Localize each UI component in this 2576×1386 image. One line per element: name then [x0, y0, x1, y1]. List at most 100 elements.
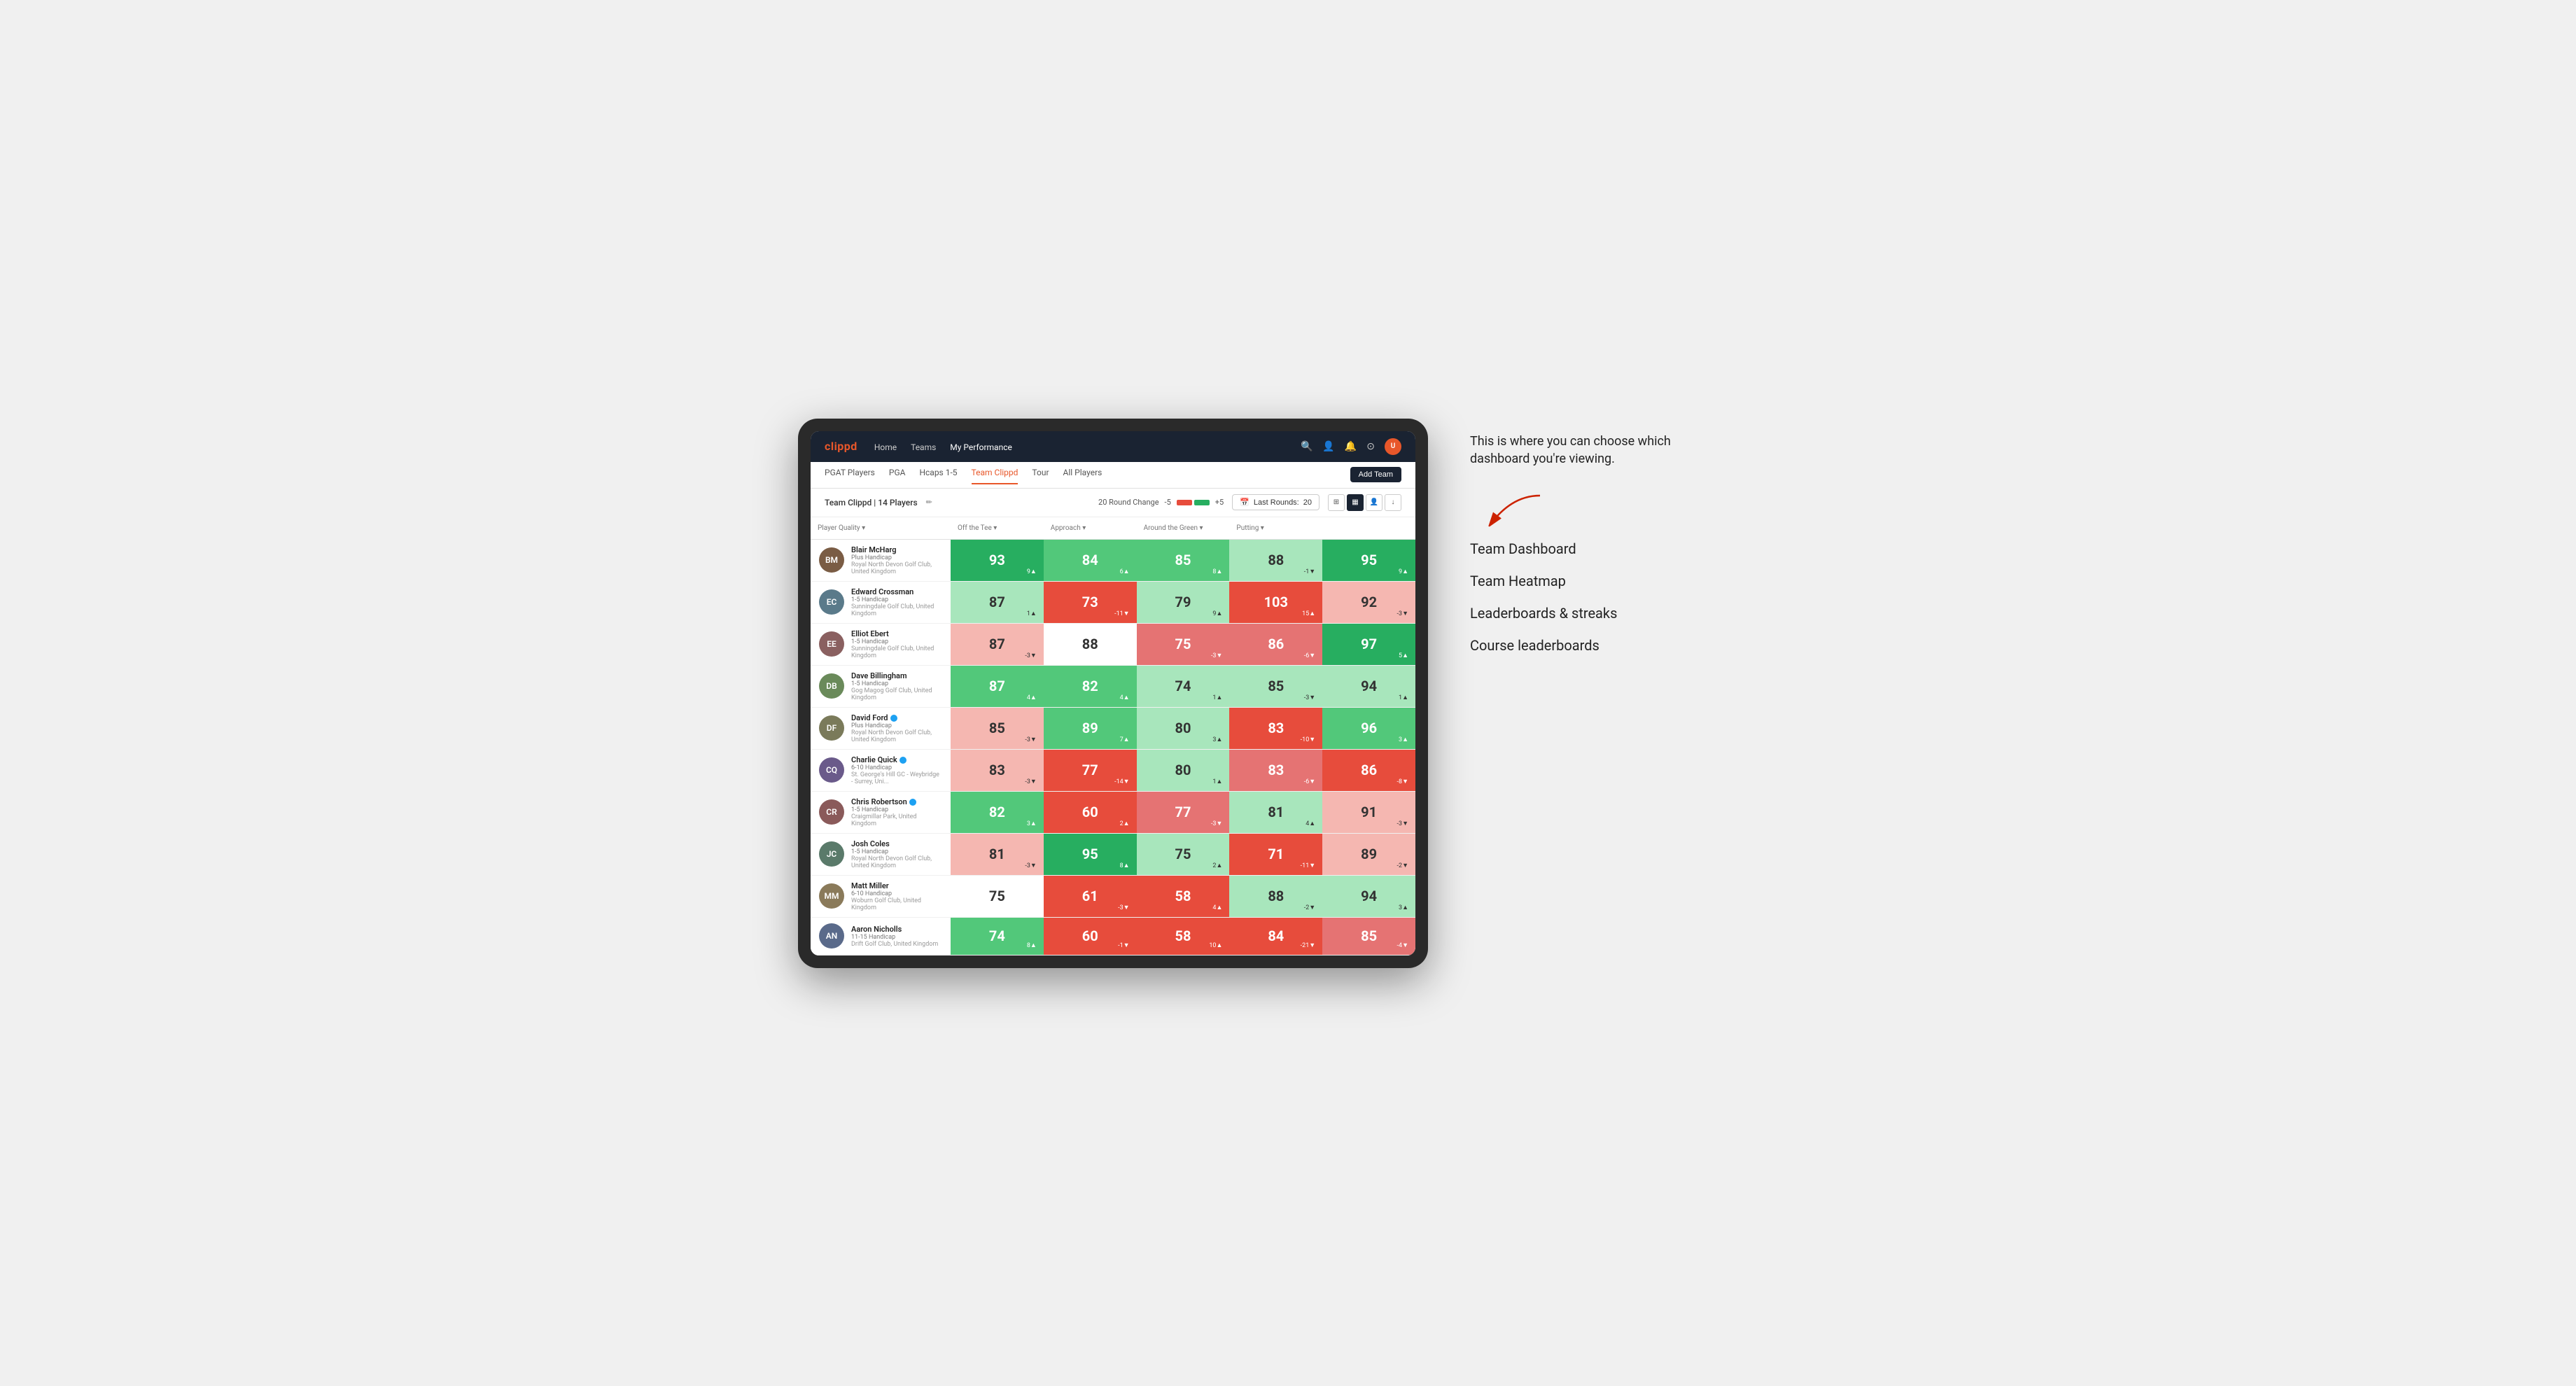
- table-row[interactable]: DFDavid FordPlus HandicapRoyal North Dev…: [811, 708, 1415, 750]
- score-cell: 584▲: [1137, 876, 1230, 917]
- nav-teams[interactable]: Teams: [911, 442, 936, 452]
- player-avatar: JC: [819, 841, 844, 867]
- score-change: 10▲: [1209, 941, 1222, 949]
- player-info: Aaron Nicholls11-15 HandicapDrift Golf C…: [851, 925, 938, 948]
- last-rounds-label: Last Rounds:: [1254, 498, 1299, 507]
- score-change: -3▼: [1025, 862, 1036, 869]
- dashboard-table: Player Quality ▾ Off the Tee ▾ Approach …: [811, 517, 1415, 955]
- table-row[interactable]: CQCharlie Quick6-10 HandicapSt. George's…: [811, 750, 1415, 792]
- bell-icon[interactable]: 🔔: [1345, 441, 1357, 452]
- view-download-button[interactable]: ↓: [1385, 494, 1401, 511]
- player-cell: JCJosh Coles1-5 HandicapRoyal North Devo…: [811, 834, 951, 875]
- col-off-tee[interactable]: Off the Tee ▾: [951, 522, 1044, 535]
- col-around-green[interactable]: Around the Green ▾: [1137, 522, 1230, 535]
- score-value: 61: [1082, 888, 1098, 904]
- sub-nav-all-players[interactable]: All Players: [1063, 468, 1102, 483]
- sub-nav-tour[interactable]: Tour: [1032, 468, 1049, 483]
- score-change: -14▼: [1114, 778, 1130, 785]
- sub-nav-pgat[interactable]: PGAT Players: [825, 468, 875, 483]
- player-name: Edward Crossman: [851, 587, 942, 596]
- score-cell: 83-10▼: [1229, 708, 1322, 749]
- nav-home[interactable]: Home: [874, 442, 897, 452]
- score-cell: 858▲: [1137, 540, 1230, 581]
- player-avatar: DB: [819, 673, 844, 699]
- add-team-button[interactable]: Add Team: [1350, 467, 1401, 482]
- col-approach[interactable]: Approach ▾: [1044, 522, 1137, 535]
- score-change: -3▼: [1211, 652, 1222, 659]
- bar-green: [1194, 500, 1210, 505]
- player-avatar: BM: [819, 547, 844, 573]
- score-change: 3▲: [1399, 736, 1408, 743]
- col-putting[interactable]: Putting ▾: [1229, 522, 1322, 535]
- table-body: BMBlair McHargPlus HandicapRoyal North D…: [811, 540, 1415, 955]
- score-value: 97: [1361, 636, 1377, 652]
- score-value: 58: [1175, 927, 1191, 944]
- player-name: Josh Coles: [851, 839, 942, 848]
- score-change: -2▼: [1397, 862, 1408, 869]
- player-cell: ECEdward Crossman1-5 HandicapSunningdale…: [811, 582, 951, 623]
- settings-icon[interactable]: ⊙: [1366, 441, 1375, 452]
- table-row[interactable]: ANAaron Nicholls11-15 HandicapDrift Golf…: [811, 918, 1415, 955]
- score-value: 85: [1361, 927, 1377, 944]
- sub-nav-pga[interactable]: PGA: [889, 468, 906, 483]
- last-rounds-button[interactable]: 📅 Last Rounds: 20: [1232, 494, 1320, 510]
- table-row[interactable]: CRChris Robertson1-5 HandicapCraigmillar…: [811, 792, 1415, 834]
- person-icon[interactable]: 👤: [1322, 441, 1334, 452]
- player-info: Elliot Ebert1-5 HandicapSunningdale Golf…: [851, 629, 942, 659]
- score-cell: 871▲: [951, 582, 1044, 623]
- round-change-label: 20 Round Change: [1098, 498, 1159, 507]
- player-handicap: 6-10 Handicap: [851, 890, 942, 897]
- table-row[interactable]: EEElliot Ebert1-5 HandicapSunningdale Go…: [811, 624, 1415, 666]
- nav-my-performance[interactable]: My Performance: [950, 442, 1012, 452]
- score-cell: 58 10▲: [1137, 918, 1230, 955]
- player-handicap: 6-10 Handicap: [851, 764, 942, 771]
- score-cell: 801▲: [1137, 750, 1230, 791]
- score-change: -8▼: [1397, 778, 1408, 785]
- score-change: -21▼: [1301, 941, 1316, 949]
- player-club: Sunningdale Golf Club, United Kingdom: [851, 645, 942, 659]
- table-row[interactable]: DB Dave Billingham1-5 HandicapGog Magog G…: [811, 666, 1415, 708]
- view-grid-button[interactable]: ⊞: [1328, 494, 1345, 511]
- score-value: 103: [1264, 594, 1288, 610]
- player-cell: ANAaron Nicholls11-15 HandicapDrift Golf…: [811, 918, 951, 955]
- score-cell: 83-3▼: [951, 750, 1044, 791]
- score-value: 77: [1175, 804, 1191, 820]
- score-change: -3▼: [1397, 610, 1408, 617]
- page-wrapper: clippd Home Teams My Performance 🔍 👤 🔔 ⊙…: [798, 419, 1778, 968]
- score-change: 7▲: [1120, 736, 1130, 743]
- view-heatmap-button[interactable]: ▦: [1347, 494, 1364, 511]
- table-row[interactable]: ECEdward Crossman1-5 HandicapSunningdale…: [811, 582, 1415, 624]
- player-name: David Ford: [851, 713, 942, 722]
- table-row[interactable]: BMBlair McHargPlus HandicapRoyal North D…: [811, 540, 1415, 582]
- player-handicap: Plus Handicap: [851, 554, 942, 561]
- tablet-screen: clippd Home Teams My Performance 🔍 👤 🔔 ⊙…: [811, 431, 1415, 955]
- player-handicap: 1-5 Handicap: [851, 848, 942, 855]
- edit-icon[interactable]: ✏: [926, 498, 932, 507]
- score-cell: 77-3▼: [1137, 792, 1230, 833]
- sub-nav-hcaps[interactable]: Hcaps 1-5: [919, 468, 957, 483]
- score-cell: 941▲: [1322, 666, 1415, 707]
- view-person-button[interactable]: 👤: [1366, 494, 1382, 511]
- score-value: 74: [1175, 678, 1191, 694]
- table-row[interactable]: MMMatt Miller6-10 HandicapWoburn Golf Cl…: [811, 876, 1415, 918]
- score-value: 82: [1082, 678, 1098, 694]
- table-header: Player Quality ▾ Off the Tee ▾ Approach …: [811, 517, 1415, 540]
- annotation-item: Team Heatmap: [1470, 573, 1694, 589]
- player-info: Charlie Quick6-10 HandicapSt. George's H…: [851, 755, 942, 785]
- table-row[interactable]: JCJosh Coles1-5 HandicapRoyal North Devo…: [811, 834, 1415, 876]
- score-cell: 959▲: [1322, 540, 1415, 581]
- sub-nav-team-clippd[interactable]: Team Clippd: [972, 468, 1018, 484]
- round-change-section: 20 Round Change -5 +5: [1098, 498, 1224, 507]
- score-change: -6▼: [1304, 778, 1315, 785]
- score-cell: 823▲: [951, 792, 1044, 833]
- player-avatar: DF: [819, 715, 844, 741]
- player-club: Craigmillar Park, United Kingdom: [851, 813, 942, 827]
- nav-right: 🔍 👤 🔔 ⊙ U: [1301, 438, 1401, 455]
- search-icon[interactable]: 🔍: [1301, 441, 1312, 452]
- player-name: Aaron Nicholls: [851, 925, 938, 934]
- avatar[interactable]: U: [1385, 438, 1401, 455]
- col-player-quality[interactable]: Player Quality ▾: [811, 522, 951, 535]
- calendar-icon: 📅: [1240, 498, 1250, 507]
- score-change: -3▼: [1025, 778, 1036, 785]
- player-info: Dave Billingham1-5 HandicapGog Magog Gol…: [851, 671, 942, 701]
